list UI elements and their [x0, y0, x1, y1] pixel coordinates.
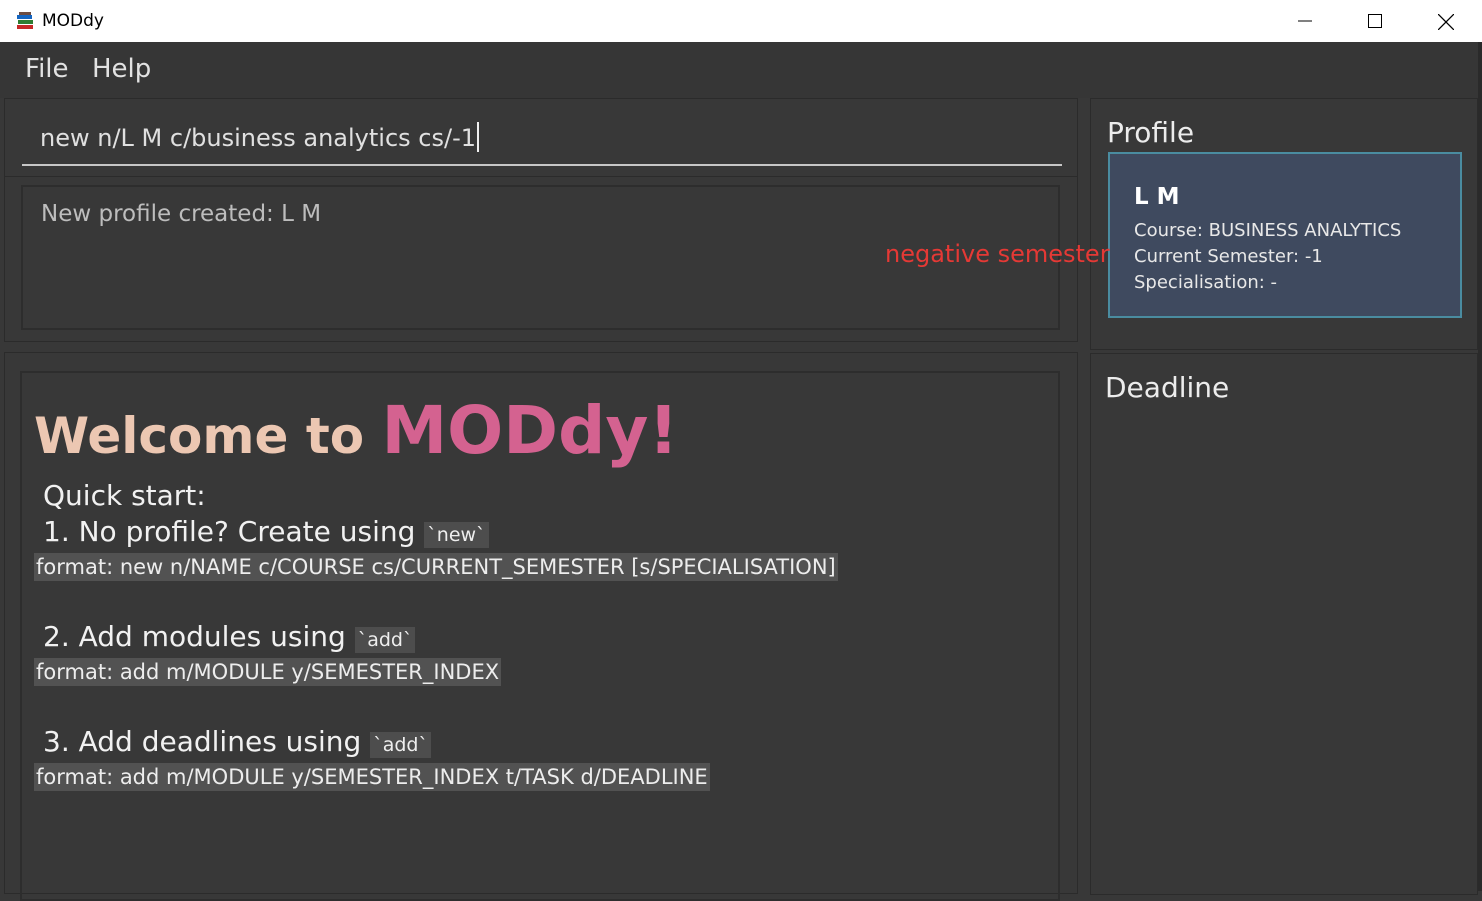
- close-button[interactable]: [1422, 0, 1468, 42]
- menu-help[interactable]: Help: [92, 54, 151, 84]
- command-input-value: new n/L M c/business analytics cs/-1: [40, 124, 476, 152]
- deadline-heading: Deadline: [1105, 371, 1230, 404]
- app-books-icon: [14, 10, 36, 32]
- window-title: MODdy: [42, 11, 104, 31]
- profile-course: Course: BUSINESS ANALYTICS: [1134, 220, 1402, 241]
- minimize-icon: [1298, 20, 1312, 22]
- step-3-line: 3. Add deadlines using `add`: [43, 725, 431, 758]
- result-message: New profile created: L M: [41, 201, 322, 227]
- step-2-command: `add`: [354, 627, 416, 653]
- step-1-label: 1. No profile? Create using: [43, 515, 425, 548]
- step-1-format: format: new n/NAME c/COURSE cs/CURRENT_S…: [34, 553, 838, 581]
- annotation-label: negative semester: [885, 240, 1110, 268]
- quick-start-label: Quick start:: [43, 479, 206, 512]
- menu-file[interactable]: File: [25, 54, 69, 84]
- step-3-command: `add`: [370, 732, 431, 758]
- text-caret: [477, 122, 479, 152]
- close-icon: [1438, 14, 1454, 30]
- welcome-heading: Welcome to MODdy!: [34, 392, 678, 469]
- step-3-label: 3. Add deadlines using: [43, 725, 371, 758]
- profile-card: L M Course: BUSINESS ANALYTICS Current S…: [1108, 152, 1462, 318]
- profile-name: L M: [1134, 184, 1180, 210]
- step-1-line: 1. No profile? Create using `new`: [43, 515, 489, 548]
- step-1-command: `new`: [424, 522, 489, 548]
- command-input[interactable]: new n/L M c/business analytics cs/-1: [40, 122, 479, 152]
- deadline-pane: [1090, 353, 1478, 895]
- maximize-icon: [1368, 14, 1382, 28]
- step-2-format: format: add m/MODULE y/SEMESTER_INDEX: [34, 658, 502, 686]
- maximize-button[interactable]: [1352, 0, 1398, 42]
- profile-semester: Current Semester: -1: [1134, 246, 1323, 267]
- command-input-underline: [22, 164, 1062, 166]
- step-2-line: 2. Add modules using `add`: [43, 620, 416, 653]
- profile-specialisation: Specialisation: -: [1134, 272, 1278, 293]
- window-border: [1478, 42, 1482, 891]
- brand-name: MODdy!: [381, 392, 679, 469]
- step-3-format: format: add m/MODULE y/SEMESTER_INDEX t/…: [34, 763, 710, 791]
- welcome-prefix: Welcome to: [34, 407, 382, 465]
- minimize-button[interactable]: [1282, 0, 1328, 42]
- window-titlebar: MODdy: [0, 0, 1482, 42]
- profile-heading: Profile: [1107, 116, 1195, 149]
- menu-bar: File Help: [0, 42, 1482, 98]
- step-2-label: 2. Add modules using: [43, 620, 355, 653]
